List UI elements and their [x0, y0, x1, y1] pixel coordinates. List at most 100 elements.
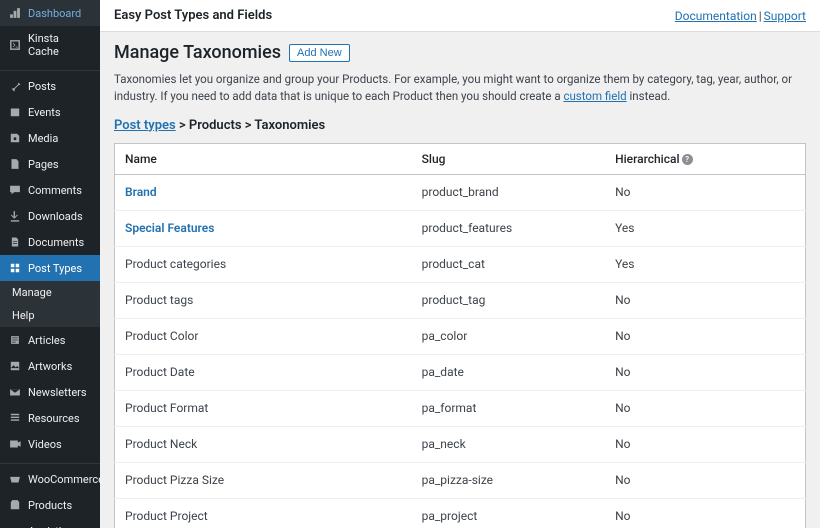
taxonomy-name: Product Color	[125, 329, 198, 343]
posttypes-icon	[8, 261, 22, 275]
analytics-icon	[8, 524, 22, 528]
taxonomy-name: Product categories	[125, 257, 226, 271]
topbar: Easy Post Types and Fields Documentation…	[100, 0, 820, 32]
menu-woocommerce[interactable]: WooCommerce	[0, 466, 100, 492]
taxonomy-hier: Yes	[605, 246, 805, 282]
col-slug[interactable]: Slug	[412, 143, 605, 174]
taxonomy-name: Product Pizza Size	[125, 473, 224, 487]
taxonomy-slug: pa_date	[412, 354, 605, 390]
breadcrumb-root[interactable]: Post types	[114, 118, 176, 133]
menu-label: Analytics	[28, 525, 73, 528]
taxonomy-name: Product tags	[125, 293, 193, 307]
taxonomy-hier: No	[605, 498, 805, 528]
menu-dashboard[interactable]: Dashboard	[0, 0, 100, 26]
taxonomy-name: Product Date	[125, 365, 195, 379]
menu-label: Articles	[28, 334, 65, 347]
doc-link[interactable]: Documentation	[675, 9, 757, 23]
submenu-help[interactable]: Help	[0, 304, 100, 327]
support-link[interactable]: Support	[764, 9, 806, 23]
taxonomy-slug: product_tag	[412, 282, 605, 318]
artworks-icon	[8, 359, 22, 373]
download-icon	[8, 209, 22, 223]
menu-post-types[interactable]: Post Types	[0, 255, 100, 281]
table-row: Product Projectpa_projectNo	[115, 498, 806, 528]
menu-downloads[interactable]: Downloads	[0, 203, 100, 229]
table-row: Product Pizza Size pa_pizza-sizeNo	[115, 462, 806, 498]
menu-products[interactable]: Products	[0, 492, 100, 518]
taxonomy-hier: No	[605, 318, 805, 354]
menu-documents[interactable]: Documents	[0, 229, 100, 255]
taxonomy-hier: No	[605, 390, 805, 426]
menu-label: Documents	[28, 236, 84, 249]
calendar-icon	[8, 105, 22, 119]
woo-icon	[8, 472, 22, 486]
menu-label: Videos	[28, 438, 62, 451]
intro-text: Taxonomies let you organize and group yo…	[114, 71, 806, 106]
menu-pages[interactable]: Pages	[0, 151, 100, 177]
taxonomy-hier: No	[605, 282, 805, 318]
menu-videos[interactable]: Videos	[0, 431, 100, 457]
dashboard-icon	[8, 6, 22, 20]
menu-label: Downloads	[28, 210, 83, 223]
comment-icon	[8, 183, 22, 197]
taxonomy-hier: No	[605, 462, 805, 498]
taxonomy-slug: pa_neck	[412, 426, 605, 462]
submenu-manage[interactable]: Manage	[0, 281, 100, 304]
table-row: Product Format pa_formatNo	[115, 390, 806, 426]
doc-icon	[8, 235, 22, 249]
menu-comments[interactable]: Comments	[0, 177, 100, 203]
col-hier[interactable]: Hierarchical?	[605, 143, 805, 174]
taxonomy-slug: pa_pizza-size	[412, 462, 605, 498]
table-row: Product Date pa_dateNo	[115, 354, 806, 390]
kinsta-icon	[8, 38, 22, 52]
products-icon	[8, 498, 22, 512]
taxonomy-slug: product_features	[412, 210, 605, 246]
menu-label: Media	[28, 132, 58, 145]
menu-label: Newsletters	[28, 386, 87, 399]
table-row: Brandproduct_brandNo	[115, 174, 806, 210]
menu-label: Products	[28, 499, 72, 512]
menu-posts[interactable]: Posts	[0, 73, 100, 99]
pin-icon	[8, 79, 22, 93]
resources-icon	[8, 411, 22, 425]
taxonomy-slug: pa_color	[412, 318, 605, 354]
breadcrumb-leaf: Taxonomies	[254, 118, 325, 133]
menu-analytics[interactable]: Analytics	[0, 518, 100, 528]
taxonomy-table: Name Slug Hierarchical? Brandproduct_bra…	[114, 143, 806, 528]
menu-resources[interactable]: Resources	[0, 405, 100, 431]
menu-kinsta-cache[interactable]: Kinsta Cache	[0, 26, 100, 64]
menu-label: Kinsta Cache	[28, 32, 92, 58]
video-icon	[8, 437, 22, 451]
taxonomy-name: Product Neck	[125, 437, 197, 451]
taxonomy-slug: pa_format	[412, 390, 605, 426]
admin-sidebar: Dashboard Kinsta Cache Posts Events Media Pag…	[0, 0, 100, 528]
taxonomy-hier: Yes	[605, 210, 805, 246]
menu-label: Posts	[28, 80, 56, 93]
menu-label: WooCommerce	[28, 473, 100, 486]
table-row: Product Color pa_colorNo	[115, 318, 806, 354]
menu-label: Resources	[28, 412, 80, 425]
menu-label: Comments	[28, 184, 82, 197]
taxonomy-hier: No	[605, 426, 805, 462]
menu-articles[interactable]: Articles	[0, 327, 100, 353]
menu-media[interactable]: Media	[0, 125, 100, 151]
taxonomy-slug: product_cat	[412, 246, 605, 282]
taxonomy-slug: pa_project	[412, 498, 605, 528]
taxonomy-link[interactable]: Special Features	[125, 221, 214, 235]
page-icon	[8, 157, 22, 171]
taxonomy-name: Product Format	[125, 401, 208, 415]
menu-artworks[interactable]: Artworks	[0, 353, 100, 379]
breadcrumb-mid: Products	[189, 118, 242, 133]
articles-icon	[8, 333, 22, 347]
taxonomy-hier: No	[605, 354, 805, 390]
add-new-button[interactable]: Add New	[289, 44, 350, 62]
table-row: Product tags product_tagNo	[115, 282, 806, 318]
menu-events[interactable]: Events	[0, 99, 100, 125]
taxonomy-hier: No	[605, 174, 805, 210]
help-icon[interactable]: ?	[682, 154, 693, 165]
taxonomy-link[interactable]: Brand	[125, 185, 157, 199]
custom-field-link[interactable]: custom field	[563, 89, 626, 103]
menu-label: Events	[28, 106, 61, 119]
menu-newsletters[interactable]: Newsletters	[0, 379, 100, 405]
col-name[interactable]: Name	[115, 143, 412, 174]
